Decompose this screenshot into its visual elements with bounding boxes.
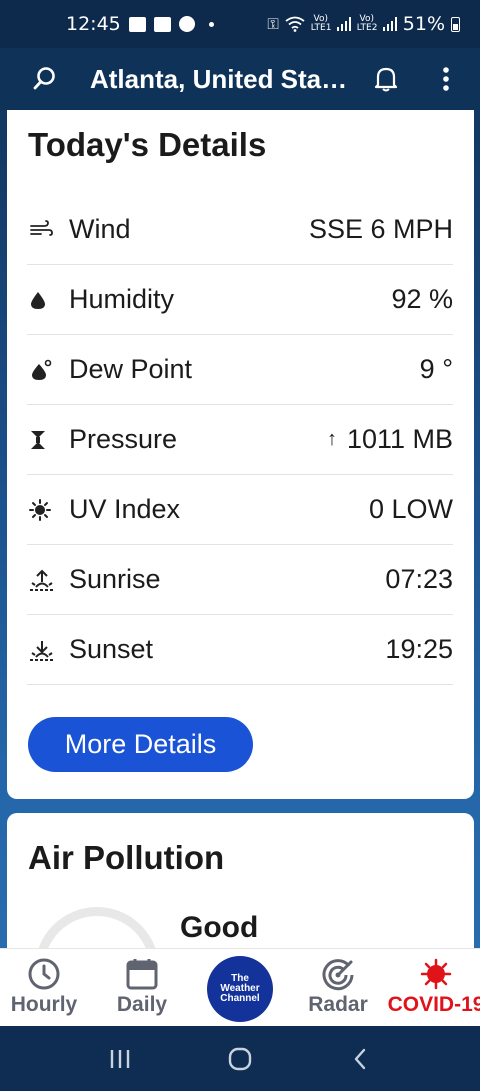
clock-icon bbox=[28, 958, 60, 990]
recent-apps-icon bbox=[110, 1049, 130, 1068]
status-bar: 12:45 ⚿ Vo) LTE1 Vo) LTE2 51% bbox=[0, 0, 480, 48]
search-icon bbox=[33, 67, 55, 90]
signal-1-icon bbox=[336, 17, 351, 31]
detail-label: Sunrise bbox=[69, 564, 161, 594]
detail-value: 92 % bbox=[391, 284, 453, 314]
uv-icon bbox=[29, 498, 51, 521]
nav-radar-label: Radar bbox=[308, 993, 368, 1016]
sunrise-icon bbox=[30, 569, 54, 591]
detail-label: Dew Point bbox=[69, 354, 193, 384]
detail-value: 1011 MB bbox=[346, 424, 453, 454]
app-notification-icon bbox=[178, 16, 195, 32]
battery-icon bbox=[451, 16, 460, 32]
detail-label: UV Index bbox=[69, 494, 181, 524]
nav-covid-label: COVID-19 bbox=[387, 993, 480, 1016]
nav-daily-label: Daily bbox=[116, 993, 168, 1016]
app-header: Atlanta, United States bbox=[0, 48, 480, 110]
detail-row-wind: Wind SSE 6 MPH bbox=[27, 195, 453, 265]
message-notification-icon bbox=[153, 16, 171, 32]
detail-row-pressure: Pressure ↑ 1011 MB bbox=[27, 405, 453, 475]
home-button[interactable] bbox=[210, 1039, 270, 1079]
lte2-label: Vo) LTE2 bbox=[356, 14, 378, 33]
status-time: 12:45 bbox=[66, 13, 121, 35]
sunset-icon bbox=[30, 640, 54, 661]
detail-value: 07:23 bbox=[385, 564, 453, 594]
detail-value: SSE 6 MPH bbox=[308, 214, 453, 244]
detail-value: 9 ° bbox=[419, 354, 453, 384]
calendar-icon bbox=[126, 959, 158, 990]
notifications-button[interactable] bbox=[356, 48, 416, 110]
details-title: Today's Details bbox=[28, 126, 267, 163]
back-button[interactable] bbox=[330, 1039, 390, 1079]
back-icon bbox=[354, 1048, 366, 1069]
air-pollution-title: Air Pollution bbox=[28, 839, 225, 876]
gallery-notification-icon bbox=[128, 16, 146, 32]
battery-percent: 51% bbox=[402, 13, 445, 35]
more-options-button[interactable] bbox=[416, 48, 476, 110]
nav-hourly-label: Hourly bbox=[10, 993, 78, 1016]
air-pollution-card[interactable]: Air Pollution Good bbox=[7, 813, 474, 963]
air-quality-status: Good bbox=[180, 911, 259, 944]
more-details-button[interactable]: More Details bbox=[28, 717, 253, 772]
lte1-label: Vo) LTE1 bbox=[310, 14, 332, 33]
logo-line3: Channel bbox=[220, 993, 260, 1004]
location-title[interactable]: Atlanta, United States bbox=[90, 64, 352, 95]
virus-icon bbox=[420, 958, 452, 990]
detail-label: Wind bbox=[69, 214, 131, 244]
todays-details-card: Today's Details Wind SSE 6 MPH Humidity … bbox=[7, 110, 474, 799]
weather-channel-logo[interactable]: The Weather Channel bbox=[207, 956, 273, 1022]
pressure-icon bbox=[31, 430, 45, 449]
more-notifications-icon bbox=[208, 21, 214, 27]
dew-point-icon bbox=[32, 359, 52, 380]
detail-row-humidity: Humidity 92 % bbox=[27, 265, 453, 335]
home-icon bbox=[228, 1047, 252, 1070]
nav-radar[interactable]: Radar bbox=[298, 949, 378, 1027]
detail-value: 0 LOW bbox=[368, 494, 453, 524]
detail-value: 19:25 bbox=[385, 634, 453, 664]
detail-label: Pressure bbox=[69, 424, 178, 454]
search-button[interactable] bbox=[0, 48, 90, 110]
nav-covid[interactable]: COVID-19 bbox=[386, 949, 480, 1027]
detail-row-sunset: Sunset 19:25 bbox=[27, 615, 453, 685]
wifi-icon bbox=[285, 16, 305, 32]
humidity-icon bbox=[31, 291, 45, 309]
nav-daily[interactable]: Daily bbox=[102, 949, 182, 1027]
detail-label: Humidity bbox=[69, 284, 175, 314]
more-vert-icon bbox=[443, 67, 449, 91]
signal-2-icon bbox=[382, 17, 397, 31]
detail-row-sunrise: Sunrise 07:23 bbox=[27, 545, 453, 615]
detail-label: Sunset bbox=[69, 634, 154, 664]
nav-hourly[interactable]: Hourly bbox=[4, 949, 84, 1027]
pressure-trend-arrow: ↑ bbox=[326, 428, 337, 450]
recent-apps-button[interactable] bbox=[90, 1039, 150, 1079]
vpn-key-icon: ⚿ bbox=[267, 15, 279, 33]
wind-icon bbox=[30, 219, 53, 236]
detail-row-uv-index: UV Index 0 LOW bbox=[27, 475, 453, 545]
system-nav-bar bbox=[0, 1026, 480, 1091]
detail-row-dew-point: Dew Point 9 ° bbox=[27, 335, 453, 405]
bell-icon bbox=[374, 67, 398, 92]
radar-icon bbox=[322, 959, 354, 991]
